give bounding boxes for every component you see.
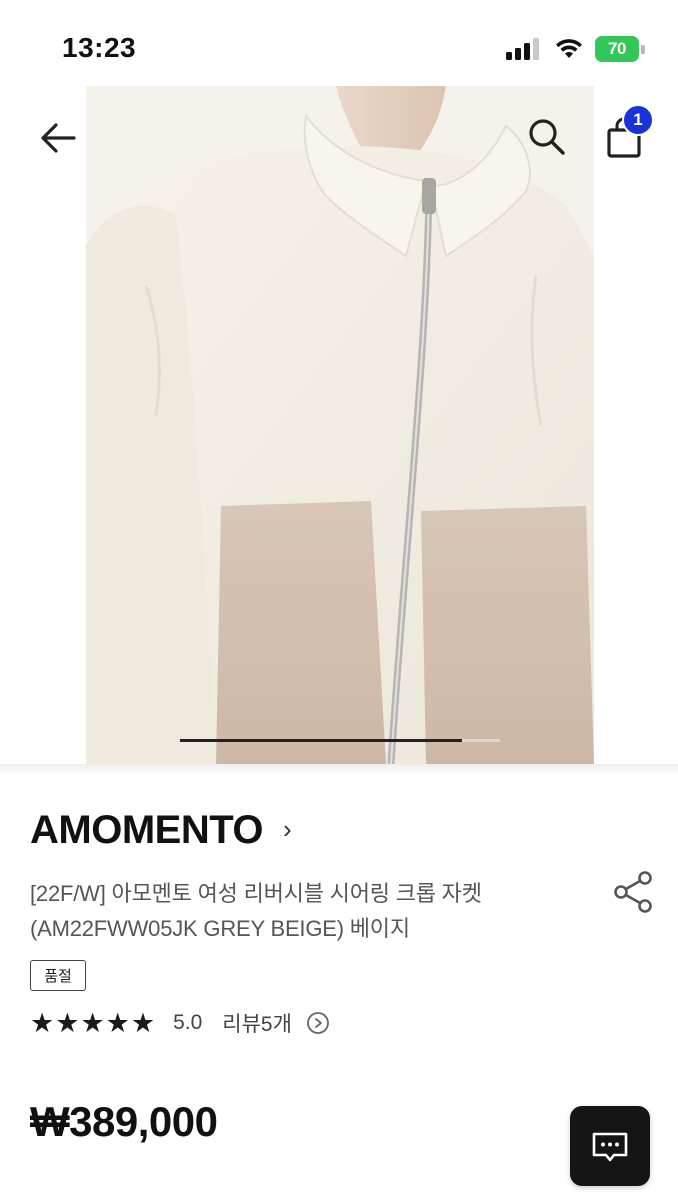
rating-row: ★ ★ ★ ★ ★ 5.0 리뷰5개 [30,1006,330,1040]
brand-link[interactable]: AMOMENTO › [30,808,292,853]
star-icon: ★ [55,1007,80,1038]
back-button[interactable] [30,110,86,166]
chevron-right-icon: › [283,814,292,844]
battery-level: 70 [608,39,626,58]
status-time: 13:23 [62,32,137,63]
review-count-link[interactable]: 리뷰5개 [222,1008,292,1038]
share-button[interactable] [610,868,658,916]
product-title-line-2: (AM22FWW05JK GREY BEIGE) 베이지 [30,916,410,941]
arrow-left-icon [41,123,76,153]
product-image[interactable] [86,86,594,764]
battery-cap [641,45,645,54]
cart-button[interactable]: 1 [594,104,654,168]
rating-stars: ★ ★ ★ ★ ★ [30,1007,156,1038]
chat-button[interactable] [570,1106,650,1186]
product-price: ₩389,000 [30,1098,218,1145]
battery-indicator: 70 [595,36,639,62]
image-carousel-indicator [180,739,500,742]
star-icon: ★ [30,1007,55,1038]
hero-left-margin [0,86,86,764]
star-icon: ★ [80,1007,105,1038]
status-badge: 품절 [30,960,86,991]
search-button[interactable] [518,108,576,166]
cellular-signal-icon [506,38,542,60]
play-circle-icon[interactable] [306,1011,330,1035]
product-title: [22F/W] 아모멘토 여성 리버시블 시어링 크롭 자켓 (AM22FWW0… [30,876,570,946]
brand-name: AMOMENTO [30,808,264,852]
share-icon [614,871,652,913]
rating-value: 5.0 [173,1011,203,1034]
section-divider [0,764,678,774]
status-bar: 13:23 70 [0,0,678,90]
search-icon [529,119,565,155]
jacket-photo [86,86,594,764]
product-title-line-1: [22F/W] 아모멘토 여성 리버시블 시어링 크롭 자켓 [30,881,482,906]
chat-bubble-icon [592,1132,628,1162]
carousel-progress [180,739,462,742]
star-icon: ★ [130,1007,156,1038]
wifi-icon [556,39,582,58]
star-icon: ★ [105,1007,130,1038]
cart-count-badge: 1 [622,104,654,136]
